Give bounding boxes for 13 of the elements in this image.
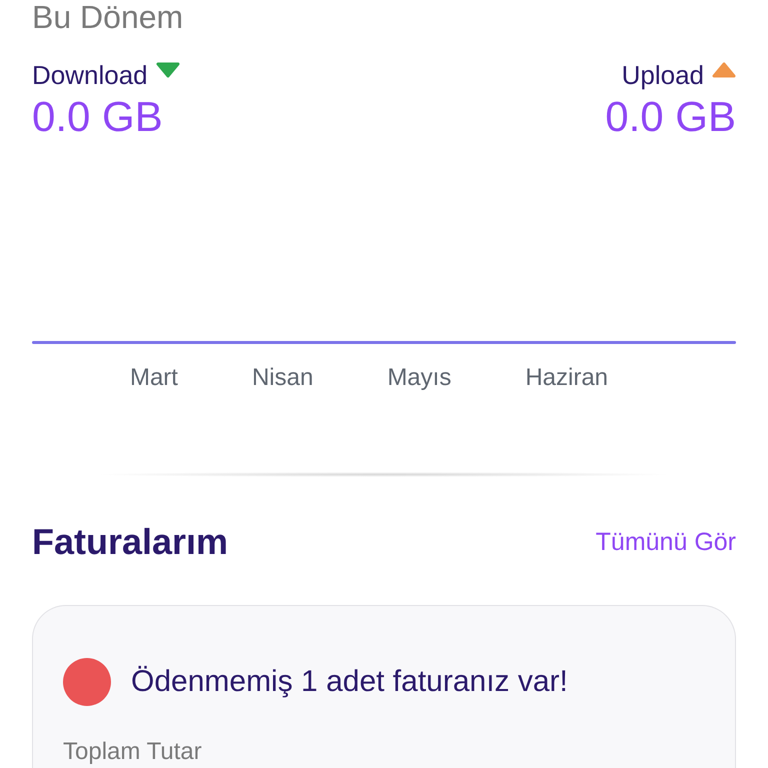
month-label: Haziran <box>525 364 608 392</box>
usage-label: Upload <box>622 60 704 91</box>
section-title: Faturalarım <box>32 521 228 563</box>
period-title: Bu Dönem <box>32 0 184 34</box>
usage-value: 0.0 GB <box>32 93 163 141</box>
month-label: Nisan <box>252 364 314 392</box>
usage-value: 0.0 GB <box>605 93 736 141</box>
usage-label: Download <box>32 60 148 91</box>
alert-text: Ödenmemiş 1 adet faturanız var! <box>131 665 568 699</box>
see-all-link[interactable]: Tümünü Gör <box>596 528 736 556</box>
total-label: Toplam Tutar <box>63 738 202 766</box>
month-label: Mart <box>130 364 178 392</box>
month-label: Mayıs <box>387 364 452 392</box>
